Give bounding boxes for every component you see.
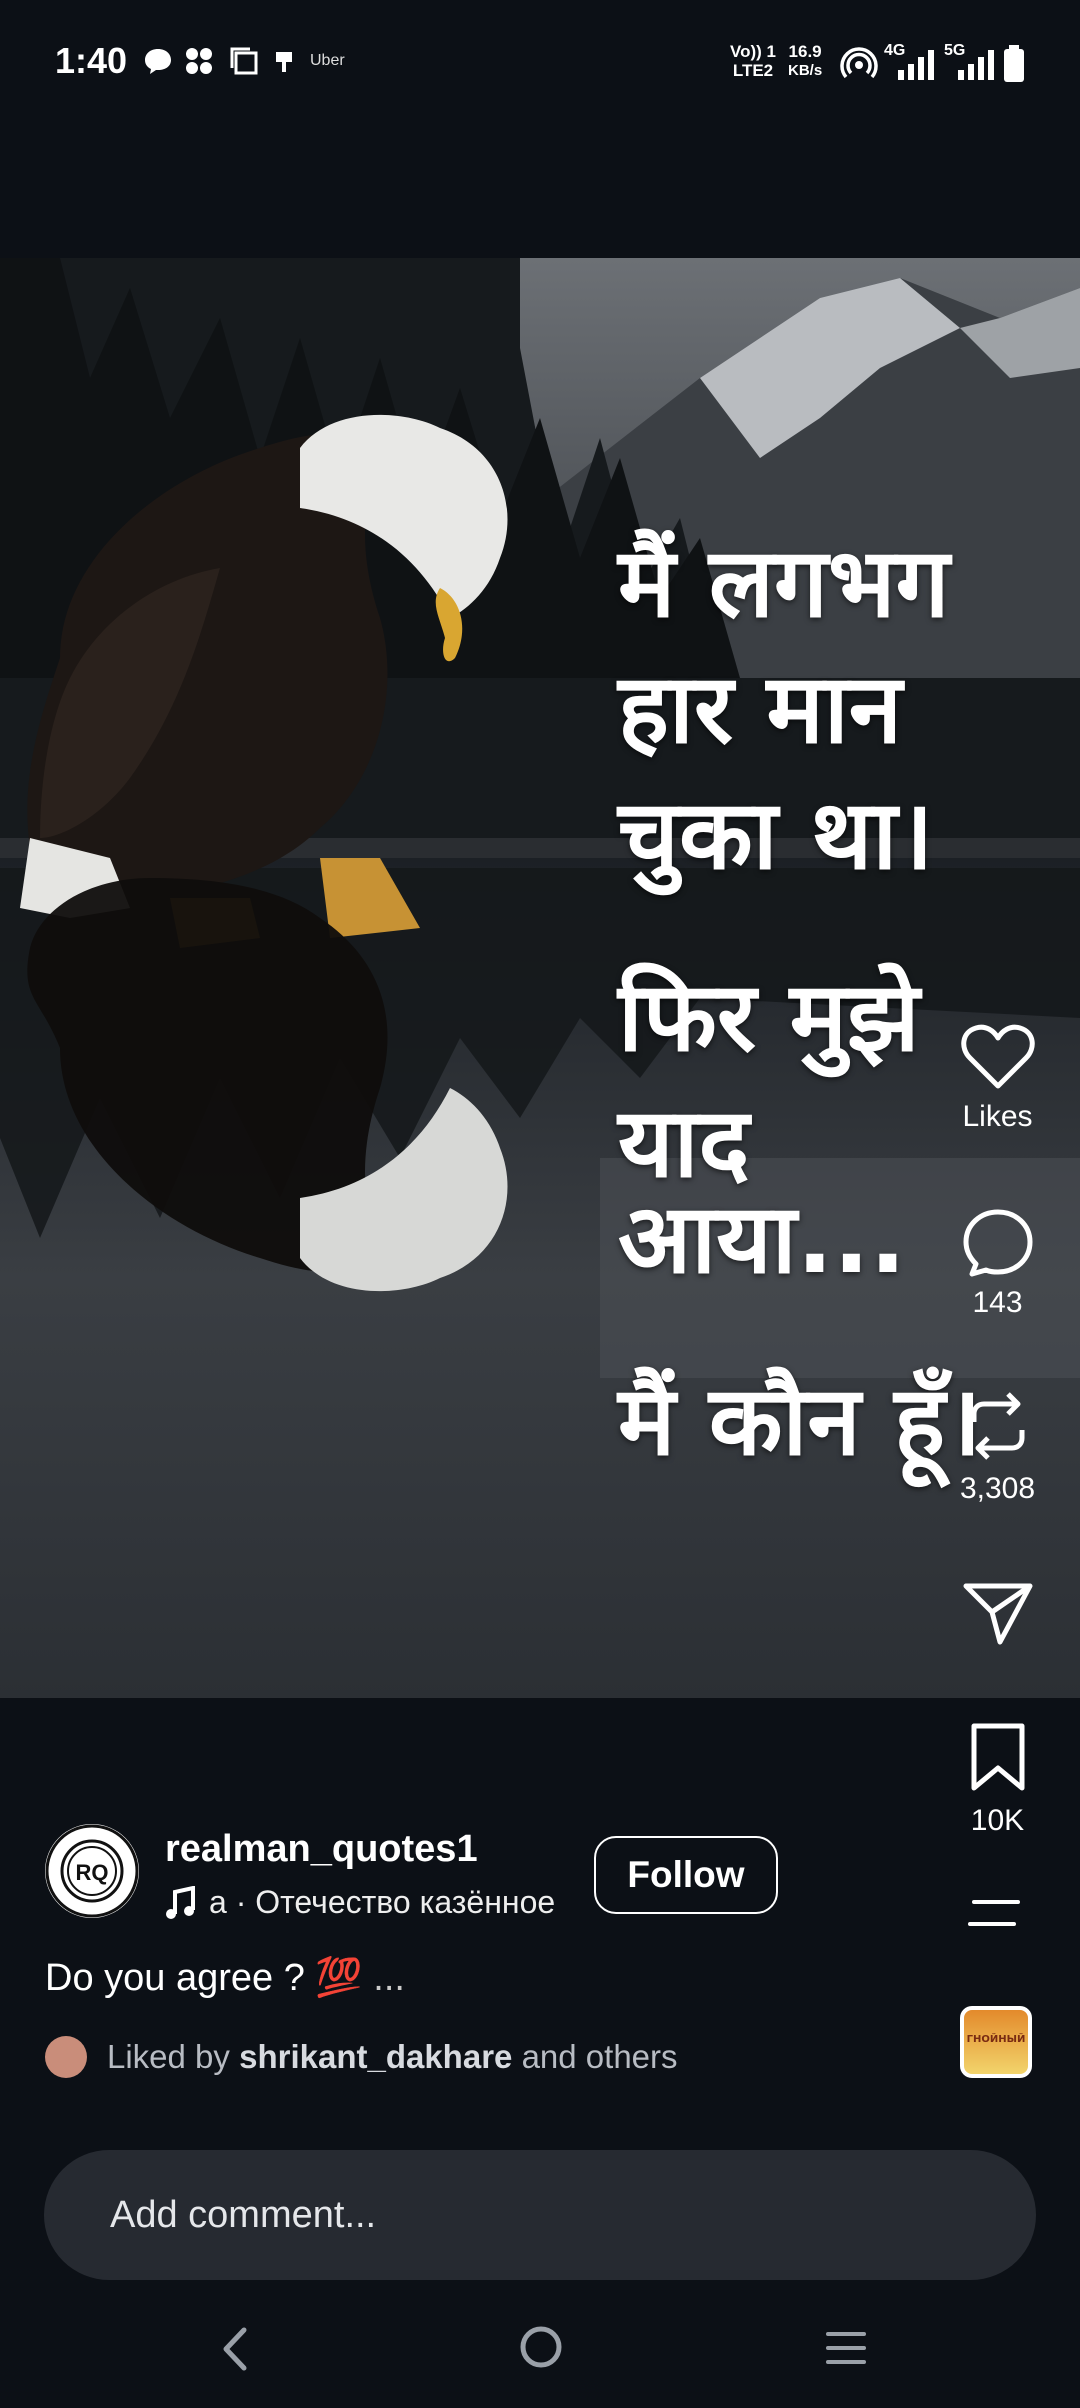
copy-icon <box>230 47 258 75</box>
liked-by-row[interactable]: Liked by shrikant_dakhare and others <box>45 2036 678 2078</box>
share-button[interactable] <box>955 1578 1040 1648</box>
liked-by-user[interactable]: shrikant_dakhare <box>239 2038 512 2075</box>
post-caption[interactable]: Do you agree ? 💯 ... <box>45 1956 405 2000</box>
author-avatar[interactable]: RQ <box>45 1824 139 1918</box>
like-button[interactable]: Likes <box>955 1022 1040 1134</box>
pinwheel-icon <box>186 48 212 74</box>
comment-icon <box>963 1209 1032 1277</box>
charging-plug-icon <box>276 52 292 72</box>
home-icon[interactable] <box>518 2324 564 2370</box>
caption-more[interactable]: ... <box>373 1957 405 1999</box>
signal-icon <box>958 50 994 80</box>
chat-bubble-icon <box>145 49 171 74</box>
liker-avatar <box>45 2036 87 2078</box>
likes-label: Likes <box>962 1100 1033 1133</box>
repost-icon <box>971 1392 1024 1460</box>
recent-apps-icon[interactable] <box>824 2328 868 2368</box>
save-button[interactable]: 10K <box>955 1720 1040 1838</box>
comment-box[interactable] <box>44 2150 1036 2280</box>
volte-indicator: Vo)) 1 LTE2 <box>730 42 776 80</box>
comment-input[interactable] <box>110 2150 960 2280</box>
audio-thumbnail[interactable]: ГНОЙНЫЙ <box>960 2006 1032 2078</box>
caption-text: Do you agree ? 💯 <box>45 1957 363 1999</box>
quote-line-2: हार मान <box>618 653 903 765</box>
post-image[interactable]: मैं लगभग हार मान चुका था। फिर मुझे याद आ… <box>0 258 1080 1698</box>
signal-icon <box>898 50 934 80</box>
quote-line-1: मैं लगभग <box>618 527 950 639</box>
follow-button[interactable]: Follow <box>594 1836 778 1914</box>
author-username[interactable]: realman_quotes1 <box>165 1828 478 1871</box>
saves-count: 10K <box>970 1804 1025 1837</box>
heart-icon <box>960 1024 1035 1089</box>
status-bar: 1:40 Uber Vo)) 1 LTE2 16.9 KB/s 4G 5G <box>0 0 1080 130</box>
liked-by-prefix: Liked by <box>107 2038 230 2075</box>
reposts-count: 3,308 <box>959 1472 1036 1505</box>
audio-thumb-text: ГНОЙНЫЙ <box>966 2034 1026 2045</box>
liked-by-suffix: and others <box>521 2038 678 2075</box>
system-nav-bar <box>0 2300 1080 2408</box>
realman-quotes-logo: RQ <box>45 1824 139 1918</box>
audio-track-label: а · Отечество казённое <box>209 1884 556 1920</box>
repost-button[interactable]: 3,308 <box>955 1388 1040 1506</box>
battery-icon <box>1004 45 1024 82</box>
uber-notification-label: Uber <box>310 52 345 69</box>
back-icon[interactable] <box>218 2326 252 2372</box>
audio-track[interactable]: а · Отечество казённое <box>165 1884 555 1921</box>
send-icon <box>963 1583 1032 1645</box>
status-time: 1:40 <box>55 40 128 81</box>
svg-text:RQ: RQ <box>76 1860 109 1885</box>
music-note-icon <box>166 1885 195 1919</box>
comments-count: 143 <box>972 1286 1023 1319</box>
bookmark-icon <box>971 1723 1024 1791</box>
hotspot-icon <box>840 47 878 79</box>
more-menu-icon[interactable] <box>968 1896 1024 1930</box>
quote-line-3: चुका था। <box>618 779 934 891</box>
network-speed: 16.9 KB/s <box>788 42 823 79</box>
comment-button[interactable]: 143 <box>955 1206 1040 1320</box>
quote-text: मैं लगभग हार मान चुका था। फिर मुझे याद आ… <box>618 535 1038 1499</box>
